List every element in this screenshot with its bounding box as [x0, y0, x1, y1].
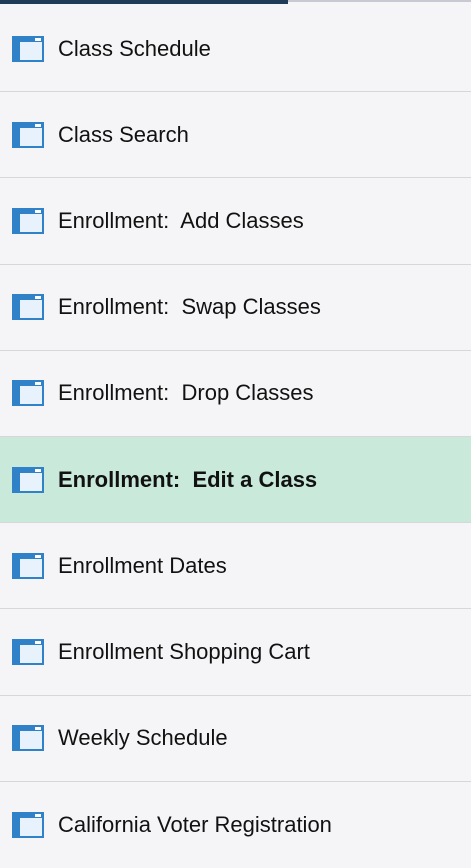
menu-item-california-voter-registration[interactable]: California Voter Registration [0, 781, 471, 868]
window-icon [12, 552, 44, 579]
menu-item-enrollment-edit-a-class[interactable]: Enrollment: Edit a Class [0, 436, 471, 524]
menu-item-enrollment-drop-classes[interactable]: Enrollment: Drop Classes [0, 350, 471, 437]
window-icon [12, 725, 44, 752]
menu-item-label: Class Schedule [58, 35, 211, 61]
window-icon [12, 121, 44, 148]
window-icon [12, 466, 44, 493]
menu-item-label: Enrollment: Drop Classes [58, 380, 314, 406]
menu-item-label: Enrollment Dates [58, 552, 227, 578]
menu-item-label: Class Search [58, 121, 189, 147]
menu-item-label: Enrollment: Add Classes [58, 207, 304, 233]
menu-item-label: Enrollment Shopping Cart [58, 638, 310, 664]
menu-item-enrollment-dates[interactable]: Enrollment Dates [0, 523, 471, 610]
top-strip [0, 0, 288, 4]
menu-item-class-search[interactable]: Class Search [0, 92, 471, 179]
window-icon [12, 380, 44, 407]
menu-item-label: Enrollment: Edit a Class [58, 466, 318, 492]
menu-item-label: California Voter Registration [58, 811, 332, 837]
window-icon [12, 811, 44, 838]
menu-item-enrollment-shopping-cart[interactable]: Enrollment Shopping Cart [0, 609, 471, 696]
menu-item-enrollment-swap-classes[interactable]: Enrollment: Swap Classes [0, 264, 471, 351]
window-icon [12, 638, 44, 665]
menu-item-label: Weekly Schedule [58, 725, 228, 751]
menu-item-enrollment-add-classes[interactable]: Enrollment: Add Classes [0, 178, 471, 265]
menu-item-weekly-schedule[interactable]: Weekly Schedule [0, 695, 471, 782]
menu-item-class-schedule[interactable]: Class Schedule [0, 6, 471, 93]
navigation-menu: Class Schedule Class Search Enrollment: … [0, 6, 471, 868]
top-strip-divider [288, 0, 471, 2]
window-icon [12, 35, 44, 62]
window-icon [12, 207, 44, 234]
menu-item-label: Enrollment: Swap Classes [58, 294, 321, 320]
window-icon [12, 294, 44, 321]
